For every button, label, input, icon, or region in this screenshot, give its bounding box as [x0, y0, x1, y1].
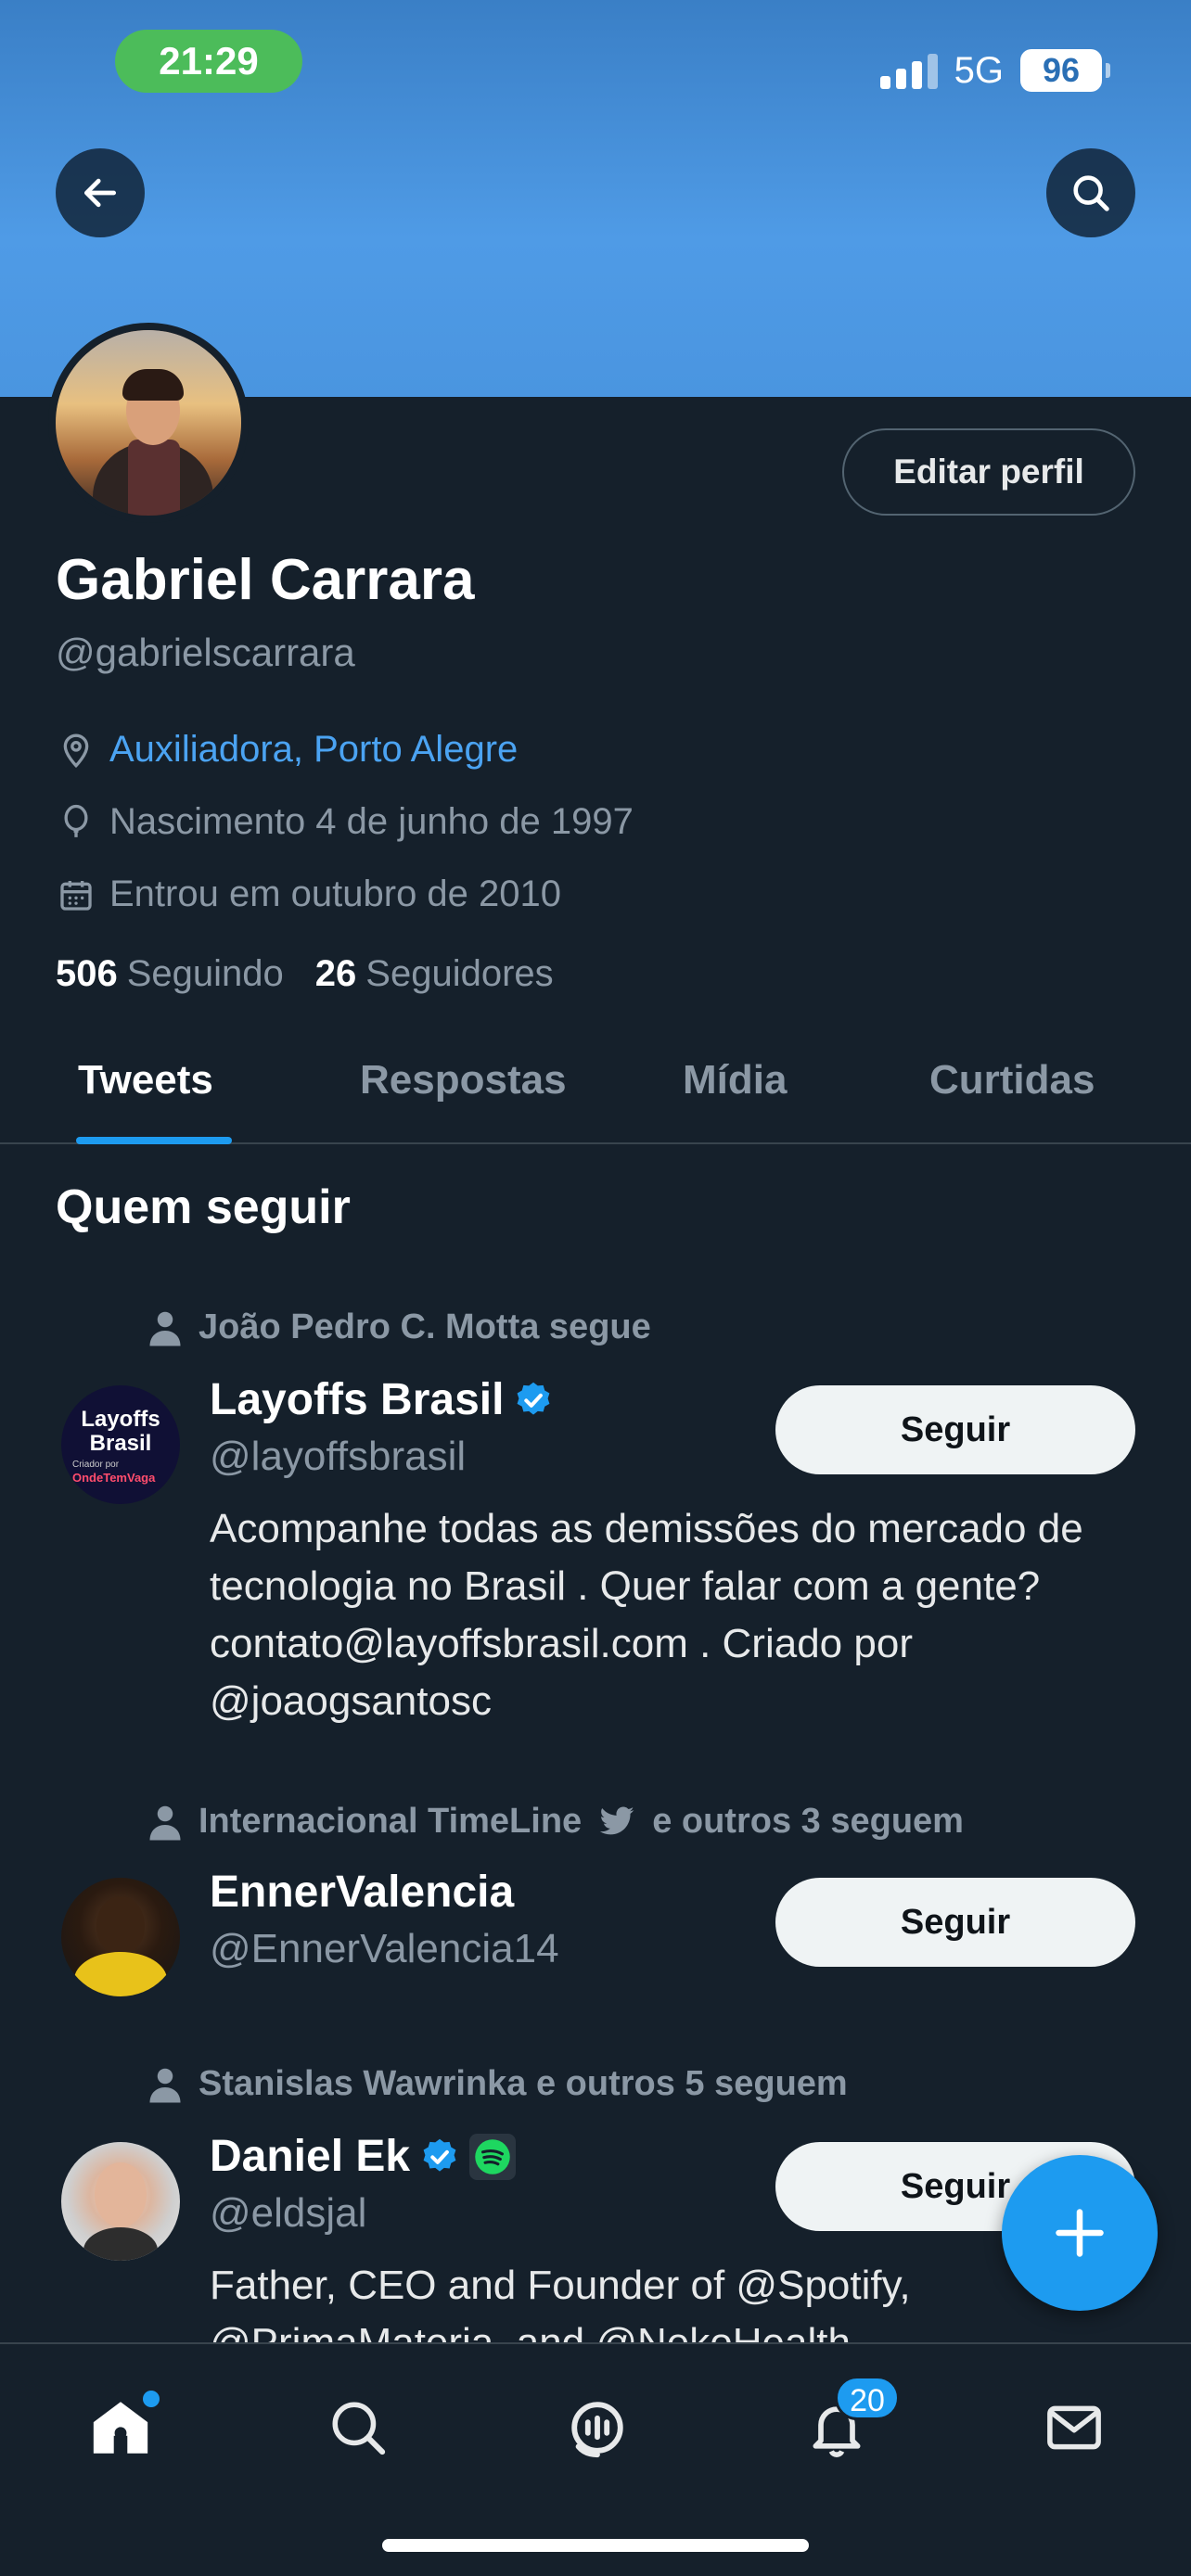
follow-button[interactable]: Seguir: [775, 1878, 1135, 1967]
battery-icon: 96: [1020, 49, 1110, 92]
edit-profile-button[interactable]: Editar perfil: [842, 428, 1135, 516]
back-button[interactable]: [56, 148, 145, 237]
spaces-icon: [571, 2402, 623, 2458]
network-label: 5G: [954, 49, 1004, 91]
suggestion-handle: @layoffsbrasil: [210, 1434, 467, 1479]
tab-tweets[interactable]: Tweets: [78, 1057, 213, 1103]
profile-handle: @gabrielscarrara: [56, 631, 355, 674]
balloon-icon: [56, 802, 96, 843]
nav-messages[interactable]: [1028, 2381, 1121, 2474]
location-link[interactable]: Auxiliadora, Porto Alegre: [109, 729, 518, 771]
avatar[interactable]: [61, 2142, 180, 2261]
avatar[interactable]: Layoffs Brasil Criador por OndeTemVaga: [61, 1385, 180, 1504]
who-to-follow-title: Quem seguir: [56, 1180, 351, 1234]
avatar[interactable]: [61, 1878, 180, 1996]
home-indicator: [382, 2539, 809, 2552]
suggestion-name[interactable]: EnnerValencia: [210, 1867, 514, 1918]
nav-home[interactable]: [74, 2381, 167, 2474]
tab-likes[interactable]: Curtidas: [929, 1057, 1095, 1103]
birth-row: Nascimento 4 de junho de 1997: [56, 801, 634, 843]
follow-button[interactable]: Seguir: [775, 1385, 1135, 1474]
home-unread-dot: [143, 2391, 160, 2407]
suggestion-bio: Father, CEO and Founder of @Spotify, @Pr…: [210, 2263, 911, 2342]
person-icon: [149, 1311, 181, 1345]
nav-search[interactable]: [312, 2381, 404, 2474]
tab-replies[interactable]: Respostas: [360, 1057, 567, 1103]
status-indicators: 5G 96: [879, 45, 1110, 96]
profile-name: Gabriel Carrara: [56, 548, 475, 612]
profile-avatar[interactable]: [48, 323, 249, 523]
status-time: 21:29: [115, 30, 302, 93]
joined-row: Entrou em outubro de 2010: [56, 874, 561, 915]
spotify-icon: [469, 2133, 517, 2180]
joined-date: Entrou em outubro de 2010: [109, 874, 562, 914]
nav-notifications[interactable]: 20: [790, 2376, 900, 2474]
suggestion-name[interactable]: Layoffs Brasil: [210, 1374, 554, 1425]
followers-link[interactable]: 26 Seguidores: [315, 953, 554, 995]
twitter-bird-icon: [599, 1806, 634, 1834]
search-button[interactable]: [1046, 148, 1135, 237]
active-tab-indicator: [76, 1137, 232, 1144]
profile-screen: 21:29 5G 96 Editar perfil Gabriel Carrar…: [0, 0, 1191, 2576]
notifications-badge: 20: [835, 2376, 900, 2420]
social-context: Stanislas Wawrinka e outros 5 seguem: [148, 2064, 848, 2104]
following-link[interactable]: 506 Seguindo: [56, 953, 284, 995]
verified-badge-icon: [423, 2138, 456, 2172]
suggestion-handle: @eldsjal: [210, 2190, 367, 2236]
location-row: Auxiliadora, Porto Alegre: [56, 729, 518, 771]
location-pin-icon: [56, 730, 96, 771]
nav-spaces[interactable]: [551, 2381, 644, 2474]
search-icon: [332, 2402, 386, 2455]
compose-tweet-button[interactable]: [1002, 2155, 1158, 2311]
signal-icon: [879, 52, 938, 89]
search-icon: [1073, 175, 1109, 211]
home-icon: [93, 2402, 148, 2454]
birth-date: Nascimento 4 de junho de 1997: [109, 801, 634, 842]
social-context: João Pedro C. Motta segue: [148, 1307, 651, 1347]
calendar-icon: [56, 874, 96, 915]
suggestion-handle: @EnnerValencia14: [210, 1926, 559, 1971]
social-context: Internacional TimeLine e outros 3 seguem: [148, 1802, 964, 1842]
arrow-left-icon: [83, 178, 117, 208]
follow-stats: 506 Seguindo 26 Seguidores: [56, 953, 554, 995]
person-icon: [149, 1805, 181, 1840]
tab-media[interactable]: Mídia: [683, 1057, 787, 1103]
suggestion-bio: Acompanhe todas as demissões do mercado …: [210, 1506, 1083, 1724]
plus-icon: [1056, 2209, 1104, 2257]
suggestion-name[interactable]: Daniel Ek: [210, 2131, 517, 2182]
verified-badge-icon: [518, 1382, 550, 1415]
envelope-icon: [1047, 2405, 1101, 2450]
person-icon: [149, 2068, 181, 2102]
profile-tabs: Tweets Respostas Mídia Curtidas: [0, 1039, 1191, 1144]
